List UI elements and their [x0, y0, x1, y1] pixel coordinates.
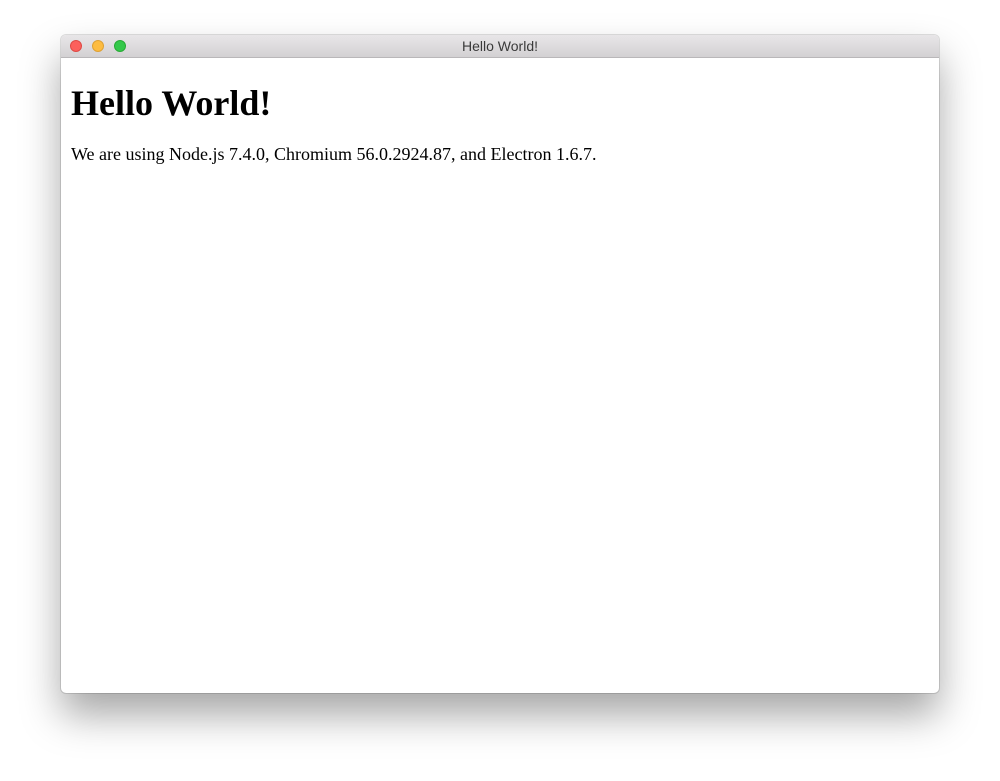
version-text: We are using Node.js 7.4.0, Chromium 56.… — [71, 144, 597, 164]
desktop-background: Hello World! Hello World! We are using N… — [0, 0, 1000, 781]
window-title: Hello World! — [462, 38, 538, 54]
page-heading: Hello World! — [71, 83, 272, 123]
page-content: Hello World! We are using Node.js 7.4.0,… — [61, 83, 939, 165]
app-window: Hello World! Hello World! We are using N… — [61, 35, 939, 693]
title-bar[interactable]: Hello World! — [61, 35, 939, 58]
